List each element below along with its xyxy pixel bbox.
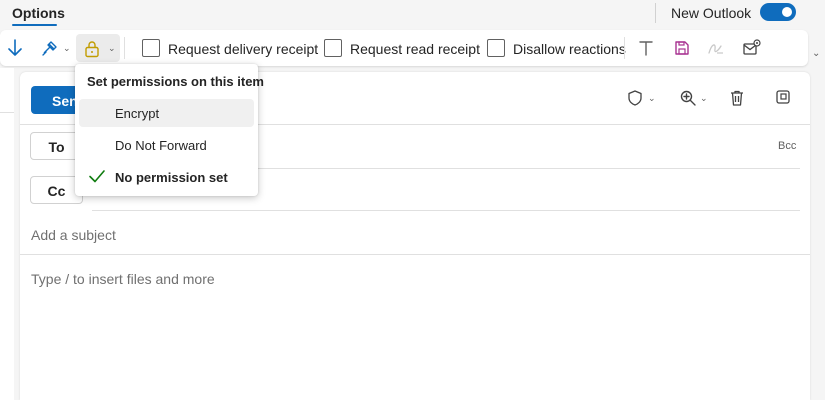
tab-divider (655, 3, 656, 23)
divider (0, 112, 14, 113)
disallow-reactions-checkbox[interactable] (487, 39, 505, 57)
chevron-down-icon[interactable]: ⌄ (648, 93, 656, 104)
left-pane-edge (0, 68, 14, 400)
arrow-down-icon[interactable] (6, 36, 24, 60)
signature-icon[interactable] (707, 36, 725, 60)
chevron-down-icon[interactable]: ⌄ (700, 93, 708, 104)
chevron-down-icon: ⌄ (108, 43, 116, 53)
toolbar-separator (624, 37, 625, 59)
chevron-down-icon[interactable]: ⌄ (63, 43, 71, 54)
ribbon-toolbar: ⌄ ⌄ Request delivery receipt Request rea… (0, 30, 808, 66)
tab-bar: Options New Outlook (0, 0, 825, 30)
bcc-button[interactable]: Bcc (778, 140, 796, 152)
lock-icon (83, 37, 101, 61)
disallow-reactions-label[interactable]: Disallow reactions (513, 41, 626, 57)
mail-settings-icon[interactable] (742, 36, 762, 60)
checkmark-icon (88, 168, 106, 187)
read-receipt-label[interactable]: Request read receipt (350, 41, 480, 57)
menu-item-label: Encrypt (115, 106, 160, 121)
zoom-in-icon[interactable] (680, 90, 696, 106)
toggle-knob (782, 7, 792, 17)
sensitivity-shield-icon[interactable] (628, 90, 642, 106)
read-receipt-checkbox[interactable] (324, 39, 342, 57)
divider (20, 254, 810, 255)
delete-icon[interactable] (730, 90, 744, 106)
chevron-down-icon[interactable]: ⌄ (812, 48, 820, 59)
delivery-receipt-checkbox[interactable] (142, 39, 160, 57)
new-outlook-toggle[interactable] (760, 3, 796, 21)
tab-options-underline (12, 24, 57, 26)
menu-item-no-permission[interactable]: No permission set (79, 163, 254, 191)
permissions-menu-title: Set permissions on this item (87, 74, 264, 89)
save-icon[interactable] (673, 36, 691, 60)
menu-item-label: Do Not Forward (115, 138, 207, 153)
delivery-receipt-label[interactable]: Request delivery receipt (168, 41, 318, 57)
permissions-menu: Set permissions on this item Encrypt Do … (75, 64, 264, 196)
pop-out-icon[interactable] (776, 90, 790, 104)
toolbar-separator (124, 37, 125, 59)
new-outlook-label: New Outlook (671, 5, 752, 21)
tab-options[interactable]: Options (12, 5, 65, 21)
menu-item-encrypt[interactable]: Encrypt (79, 99, 254, 127)
subject-input[interactable]: Add a subject (31, 227, 116, 243)
menu-item-do-not-forward[interactable]: Do Not Forward (79, 131, 254, 159)
menu-item-label: No permission set (115, 170, 228, 185)
permissions-button[interactable]: ⌄ (76, 34, 120, 62)
message-body-input[interactable]: Type / to insert files and more (31, 271, 215, 287)
divider (92, 210, 800, 211)
text-format-icon[interactable] (638, 36, 654, 60)
paint-brush-icon[interactable] (40, 36, 60, 60)
